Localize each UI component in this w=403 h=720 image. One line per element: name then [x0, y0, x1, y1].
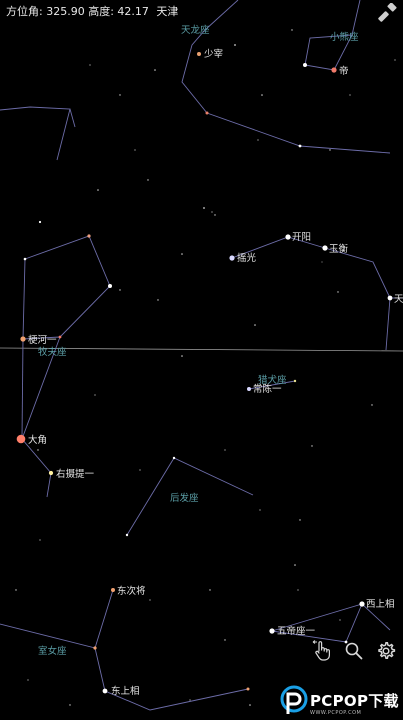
star-tian[interactable]	[387, 295, 393, 301]
star-wudizuo[interactable]	[269, 628, 275, 634]
label-kaiyang: 开阳	[292, 232, 311, 243]
star-draco[interactable]	[205, 111, 209, 115]
star-youshe[interactable]	[48, 470, 54, 476]
star-dongcijiang[interactable]	[111, 588, 115, 592]
label-genghe: 梗河一	[28, 334, 57, 346]
flashlight-button[interactable]	[377, 2, 399, 24]
gear-icon	[378, 642, 396, 659]
label-di: 帝	[339, 65, 349, 77]
star-bootes-top[interactable]	[87, 234, 91, 238]
label-dongcijiang: 东次将	[117, 585, 146, 597]
star-ursa-minor[interactable]	[303, 63, 307, 67]
drag-mode-button[interactable]	[311, 640, 333, 662]
pcpop-watermark: PCPOP下载 WWW.PCPOP.COM	[277, 682, 403, 720]
label-dajiao: 大角	[28, 434, 47, 446]
search-button[interactable]	[343, 640, 365, 662]
label-changchen: 常陈一	[253, 383, 282, 395]
label-yaoguang: 摇光	[237, 252, 257, 264]
star-canes[interactable]	[293, 379, 297, 383]
altitude-label: 高度	[88, 5, 111, 18]
label-tian: 天	[394, 294, 403, 305]
readout-overlay-label: 天津	[156, 5, 179, 18]
label-dongshangxiang: 东上相	[111, 685, 140, 697]
star-yaoguang[interactable]	[229, 255, 235, 261]
star-coma[interactable]	[172, 456, 176, 460]
star-xishangxiang[interactable]	[359, 601, 365, 607]
star-virgo[interactable]	[93, 646, 97, 650]
stars[interactable]	[16, 52, 393, 694]
star-labels: 少宰 帝 开阳 玉衡 摇光 天 梗河一 常陈一 大角 右摄提一 东次将 西上相 …	[28, 48, 403, 697]
star-draco-2[interactable]	[298, 144, 302, 148]
flashlight-icon	[378, 3, 397, 22]
label-youshe: 右摄提一	[56, 468, 95, 480]
watermark-text: PCPOP下载	[310, 692, 399, 710]
label-draco: 天龙座	[181, 24, 210, 36]
star-map[interactable]: 天龙座 小熊座 牧夫座 猎犬座 后发座 室女座 少宰 帝 开阳 玉衡 摇光 天 …	[0, 0, 403, 720]
label-yuheng: 玉衡	[329, 243, 349, 255]
orientation-readout: 方位角: 325.90 高度: 42.17 天津	[6, 5, 179, 18]
watermark-subtext: WWW.PCPOP.COM	[310, 710, 362, 716]
constellation-labels: 天龙座 小熊座 牧夫座 猎犬座 后发座 室女座	[38, 24, 359, 657]
star-dajiao[interactable]	[16, 434, 26, 444]
star-bootes-mid[interactable]	[58, 335, 62, 339]
star-di[interactable]	[331, 67, 337, 73]
azimuth-label: 方位角	[6, 5, 39, 18]
star-virgo-2[interactable]	[246, 687, 250, 691]
azimuth-value: 325.90	[46, 5, 85, 18]
star-bootes-right[interactable]	[108, 284, 112, 288]
label-ursa-minor: 小熊座	[330, 31, 359, 43]
background-stars	[15, 29, 396, 706]
star-dongshangxiang[interactable]	[102, 688, 108, 694]
altitude-value: 42.17	[117, 5, 149, 18]
settings-button[interactable]	[375, 640, 397, 662]
label-wudizuo: 五帝座一	[277, 625, 316, 637]
search-icon	[345, 642, 363, 660]
star-genghe[interactable]	[20, 336, 26, 342]
star-shaozai[interactable]	[197, 52, 201, 56]
star-coma-2[interactable]	[125, 533, 129, 537]
hand-pointer-icon	[312, 640, 330, 661]
star-changchen[interactable]	[247, 387, 251, 391]
label-shaozai: 少宰	[204, 48, 223, 60]
label-bootes: 牧夫座	[38, 346, 67, 358]
map-toolbar	[311, 640, 397, 662]
label-virgo: 室女座	[38, 645, 67, 657]
pcpop-logo-icon	[280, 685, 308, 714]
star-bootes-left[interactable]	[23, 257, 27, 261]
star-yuheng[interactable]	[322, 245, 328, 251]
star-kaiyang[interactable]	[285, 234, 291, 240]
label-xishangxiang: 西上相	[366, 598, 395, 610]
label-coma-berenices: 后发座	[170, 492, 199, 504]
